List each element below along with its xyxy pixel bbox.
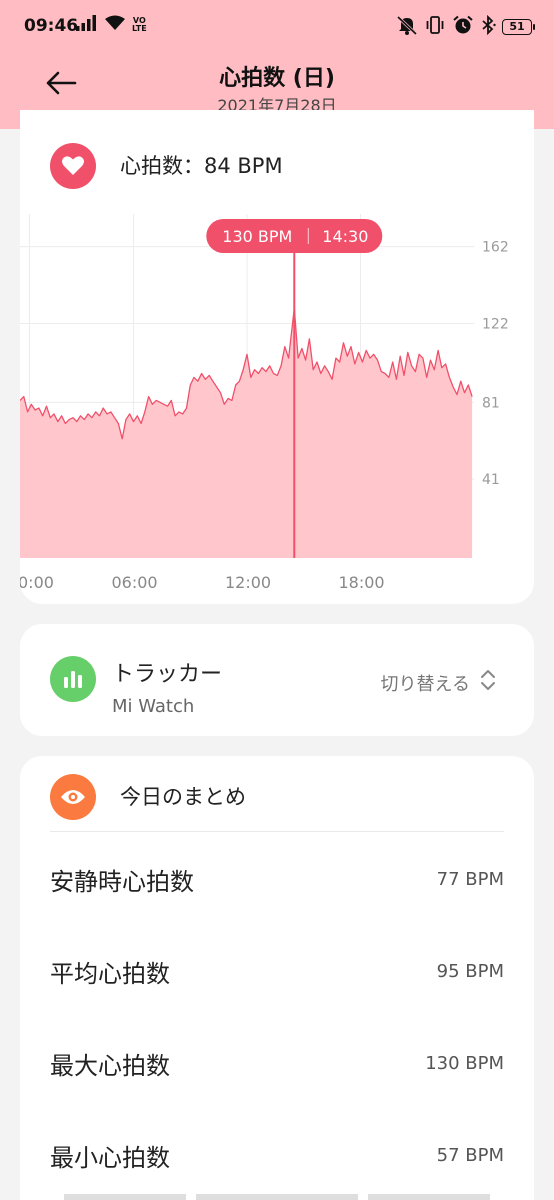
battery-icon: 51 <box>502 19 535 35</box>
bluetooth-icon <box>480 14 496 39</box>
switch-tracker-button[interactable]: 切り替える <box>381 668 496 697</box>
scroll-indicator <box>196 1194 358 1200</box>
x-tick-label: 12:00 <box>225 573 271 592</box>
scroll-indicator <box>368 1194 490 1200</box>
divider <box>50 831 504 832</box>
chevron-up-down-icon <box>480 668 496 697</box>
eye-icon <box>50 774 96 820</box>
vibrate-icon <box>424 15 446 39</box>
tooltip-value: 130 BPM <box>222 227 292 246</box>
stat-row-average: 平均心拍数 95 BPM <box>50 941 504 1001</box>
x-tick-label: 18:00 <box>339 573 385 592</box>
volte-icon: VO LTE <box>132 16 147 33</box>
stat-value: 95 BPM <box>436 960 504 982</box>
stat-value: 57 BPM <box>436 1144 504 1166</box>
wifi-icon <box>104 15 126 35</box>
y-tick-label: 81 <box>482 395 500 411</box>
x-tick-label: 0:00 <box>20 573 54 592</box>
mute-icon <box>396 15 418 39</box>
stat-row-max: 最大心拍数 130 BPM <box>50 1033 504 1093</box>
heart-rate-chart[interactable]: 41 81 122 162 0:00 06:00 12:00 18:00 130 BPM 14:3… <box>20 110 534 604</box>
tracker-device: Mi Watch <box>112 696 195 717</box>
y-tick-label: 162 <box>482 240 509 256</box>
x-tick-label: 06:00 <box>112 573 158 592</box>
heart-rate-area <box>20 308 473 558</box>
status-time: 09:46 <box>24 16 79 36</box>
summary-title: 今日のまとめ <box>120 785 246 809</box>
stat-row-min: 最小心拍数 57 BPM <box>50 1125 504 1185</box>
stat-label: 最大心拍数 <box>50 1051 170 1080</box>
stat-label: 最小心拍数 <box>50 1143 170 1172</box>
status-left-icons: VO LTE <box>76 15 147 35</box>
page-title: 心拍数 (日) <box>219 66 335 91</box>
status-right-icons: 51 <box>396 14 535 39</box>
tracker-card: トラッカー Mi Watch 切り替える <box>20 624 534 736</box>
scroll-indicator <box>64 1194 186 1200</box>
signal-icon <box>76 15 98 35</box>
stat-label: 平均心拍数 <box>50 959 170 988</box>
stat-value: 77 BPM <box>436 868 504 890</box>
heart-rate-card: 心拍数：84 BPM 41 81 122 162 0:00 06:00 12:00 18:00… <box>20 110 534 604</box>
stat-row-resting: 安静時心拍数 77 BPM <box>50 849 504 909</box>
tracker-title: トラッカー <box>112 662 223 687</box>
summary-card: 今日のまとめ 安静時心拍数 77 BPM 平均心拍数 95 BPM 最大心拍数 … <box>20 756 534 1200</box>
y-tick-label: 41 <box>482 472 500 488</box>
stat-value: 130 BPM <box>425 1052 504 1074</box>
bar-chart-icon <box>50 656 96 702</box>
y-tick-label: 122 <box>482 317 509 333</box>
stat-label: 安静時心拍数 <box>50 867 194 896</box>
alarm-icon <box>452 15 474 39</box>
tooltip-time: 14:30 <box>322 227 368 246</box>
switch-label: 切り替える <box>380 673 470 695</box>
status-bar: 09:46 VO LTE 51 <box>0 0 554 56</box>
